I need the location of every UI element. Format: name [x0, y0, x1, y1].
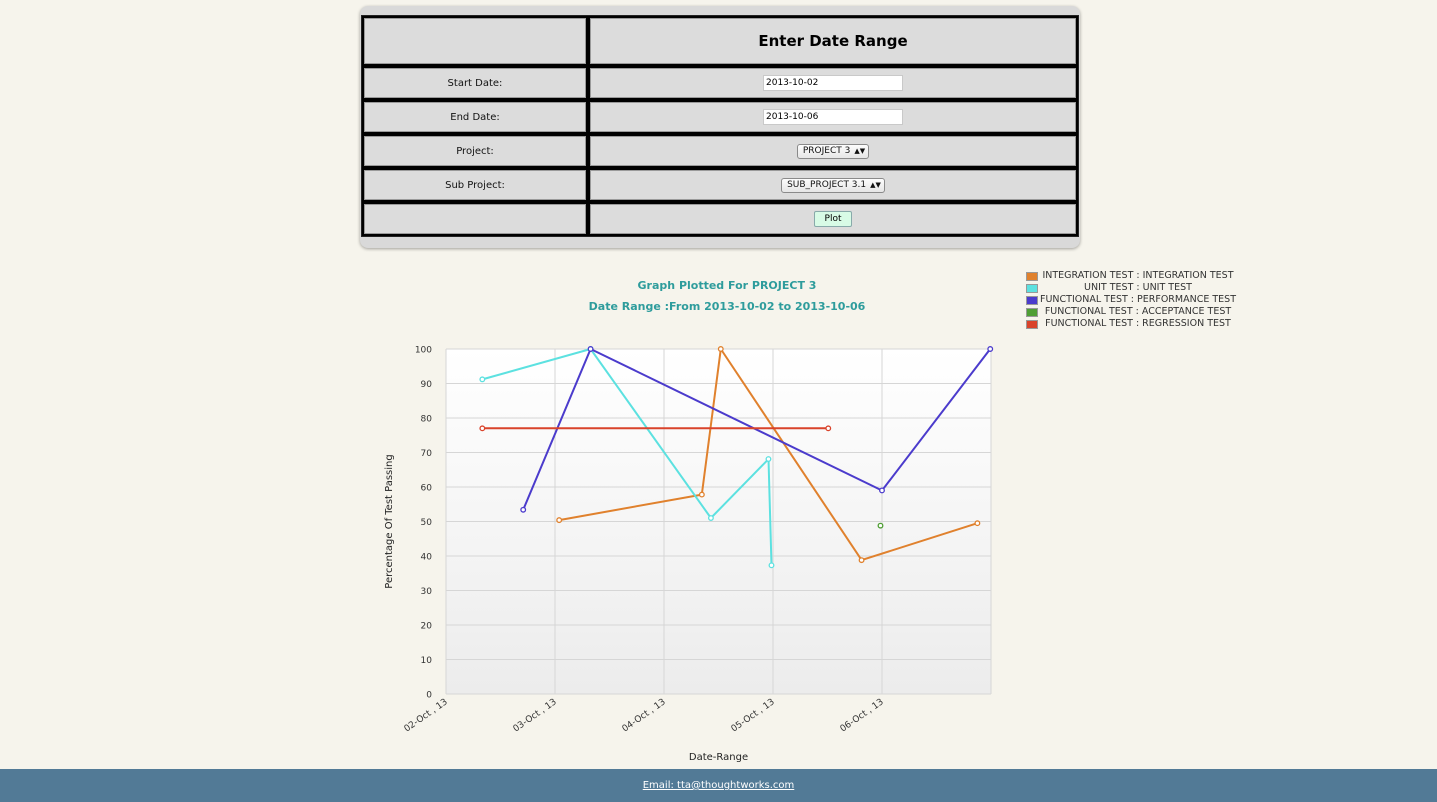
- data-point[interactable]: [768, 562, 775, 569]
- data-point[interactable]: [587, 346, 594, 352]
- y-tick-label: 80: [421, 415, 433, 425]
- data-point[interactable]: [707, 515, 714, 521]
- x-axis-title: Date-Range: [689, 752, 748, 763]
- data-point[interactable]: [879, 487, 885, 494]
- y-tick-label: 60: [421, 484, 433, 494]
- y-tick-label: 0: [426, 691, 432, 701]
- x-tick-label: 03-Oct , 13: [512, 697, 559, 734]
- data-point[interactable]: [556, 517, 563, 524]
- y-tick-label: 10: [421, 656, 433, 666]
- data-point[interactable]: [717, 346, 724, 352]
- y-tick-label: 40: [421, 553, 433, 563]
- y-tick-label: 100: [415, 346, 432, 356]
- data-point[interactable]: [698, 491, 705, 498]
- data-point[interactable]: [974, 520, 981, 527]
- footer-email-link[interactable]: Email: tta@thoughtworks.com: [643, 780, 795, 791]
- y-tick-label: 30: [421, 587, 433, 597]
- y-tick-label: 70: [421, 449, 433, 459]
- data-point[interactable]: [858, 557, 865, 564]
- x-tick-label: 02-Oct , 13: [403, 697, 450, 734]
- data-point[interactable]: [825, 425, 832, 432]
- y-tick-label: 50: [421, 518, 433, 528]
- data-point[interactable]: [479, 376, 486, 383]
- data-point[interactable]: [765, 456, 772, 463]
- y-tick-label: 90: [421, 380, 433, 390]
- x-tick-label: 06-Oct , 13: [839, 697, 886, 734]
- data-point[interactable]: [987, 346, 994, 352]
- x-tick-label: 05-Oct , 13: [730, 697, 777, 734]
- series-4: [877, 522, 884, 529]
- data-point[interactable]: [479, 425, 486, 432]
- line-chart: 0 10 20 30 40 50 60 70 80 90 100 02-Oct , 13 03-Oct …: [384, 346, 994, 763]
- y-axis-title: Percentage Of Test Passing: [384, 454, 395, 588]
- footer: Email: tta@thoughtworks.com: [0, 769, 1437, 802]
- data-point[interactable]: [520, 506, 527, 513]
- y-tick-label: 20: [421, 622, 433, 632]
- x-tick-label: 04-Oct , 13: [621, 697, 668, 734]
- data-point[interactable]: [877, 522, 884, 529]
